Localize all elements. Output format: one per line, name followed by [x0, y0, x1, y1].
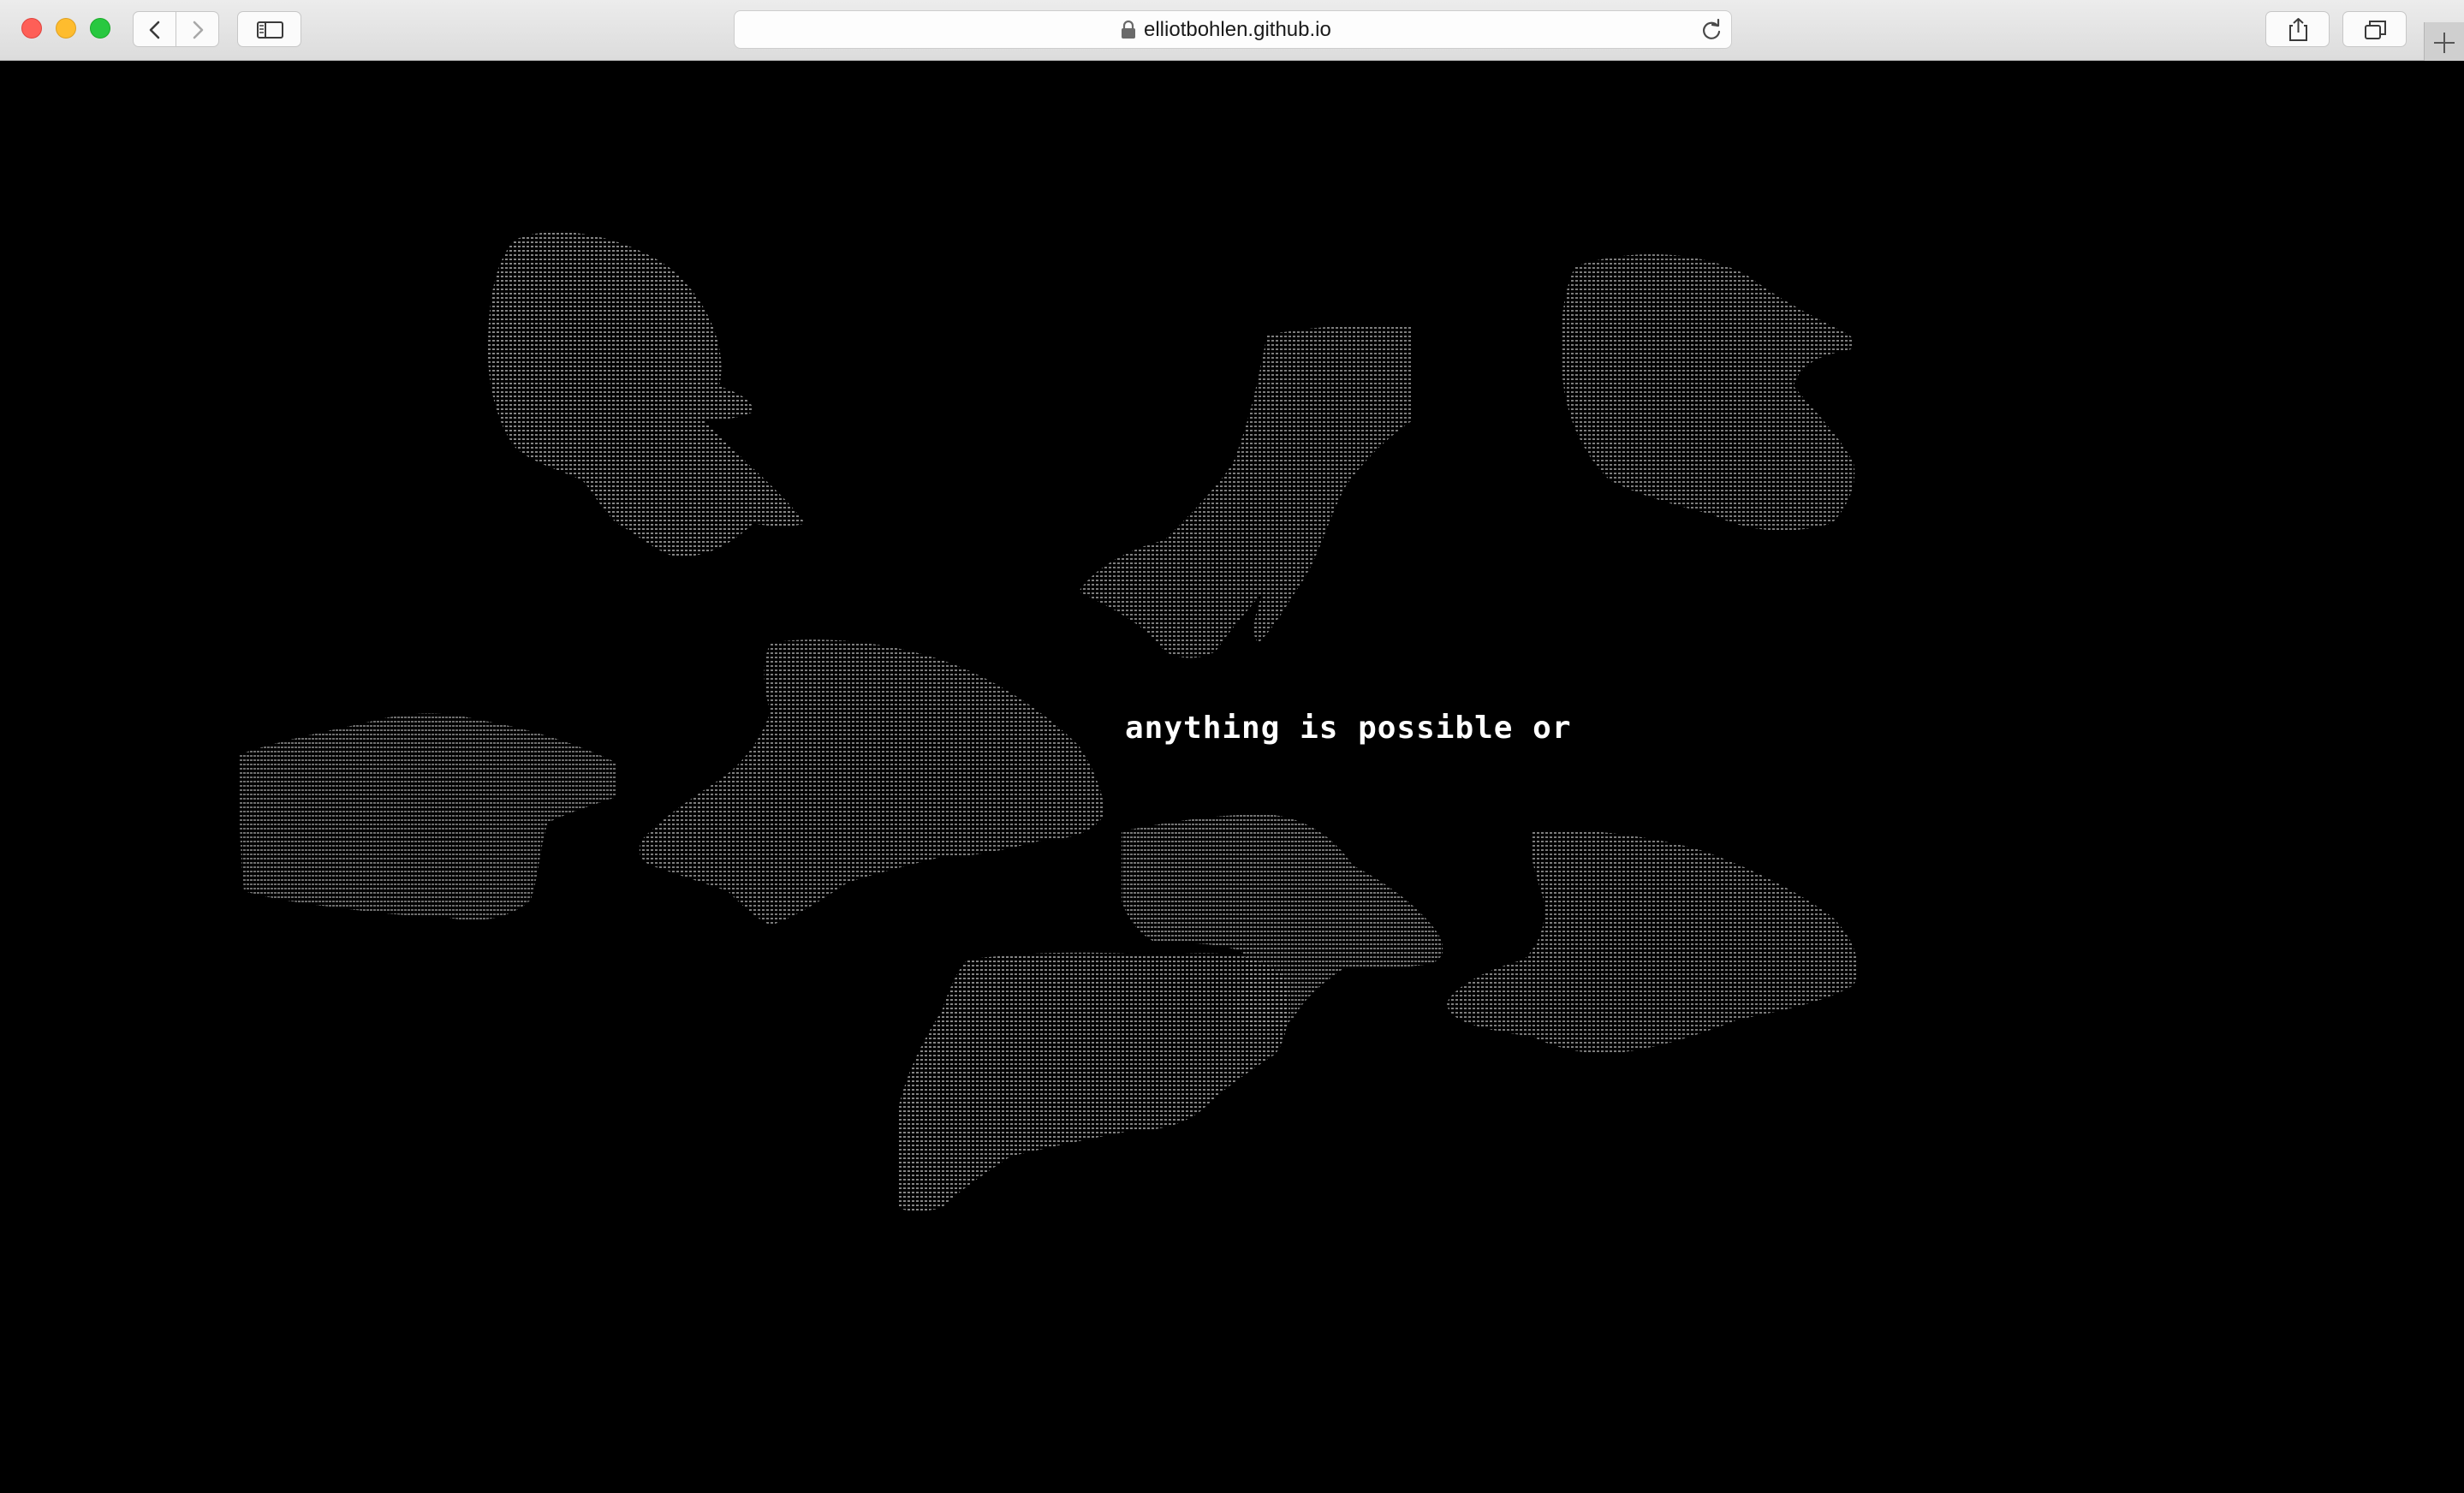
plus-icon: [2434, 33, 2455, 53]
share-button[interactable]: [2265, 11, 2330, 47]
page-content: anything is possible or: [0, 61, 2464, 1493]
url-text: elliotbohlen.github.io: [1144, 18, 1331, 41]
ascii-hand-2-icon: [1079, 324, 1413, 658]
ascii-hand-4-icon: [239, 713, 616, 920]
browser-window: elliotbohlen.github.io anything is possi…: [0, 0, 2464, 1493]
chevron-left-icon: [149, 21, 160, 39]
tagline-text: anything is possible or: [1125, 711, 1572, 746]
ascii-hands-artwork: [239, 232, 1858, 1211]
zoom-window-button[interactable]: [90, 18, 110, 39]
lock-icon: [1122, 20, 1135, 39]
ascii-hand-8-icon: [897, 952, 1289, 1211]
close-window-button[interactable]: [21, 18, 42, 39]
tab-overview-button[interactable]: [2342, 11, 2407, 47]
ascii-hand-1-icon: [488, 232, 805, 557]
new-tab-button[interactable]: [2424, 22, 2464, 61]
ascii-hand-3-icon: [1561, 254, 1855, 531]
sidebar-toggle-button[interactable]: [237, 11, 301, 47]
address-bar[interactable]: elliotbohlen.github.io: [734, 10, 1732, 49]
reload-icon[interactable]: [1700, 19, 1723, 41]
back-button[interactable]: [133, 11, 176, 47]
share-icon: [2289, 18, 2307, 41]
ascii-hand-5-icon: [639, 639, 1104, 925]
chevron-right-icon: [193, 21, 204, 39]
ascii-hand-7-icon: [1447, 830, 1858, 1054]
browser-toolbar: elliotbohlen.github.io: [0, 0, 2464, 61]
tabs-overview-icon: [2365, 21, 2386, 39]
sidebar-icon: [257, 21, 283, 39]
minimize-window-button[interactable]: [56, 18, 76, 39]
forward-button[interactable]: [176, 11, 219, 47]
